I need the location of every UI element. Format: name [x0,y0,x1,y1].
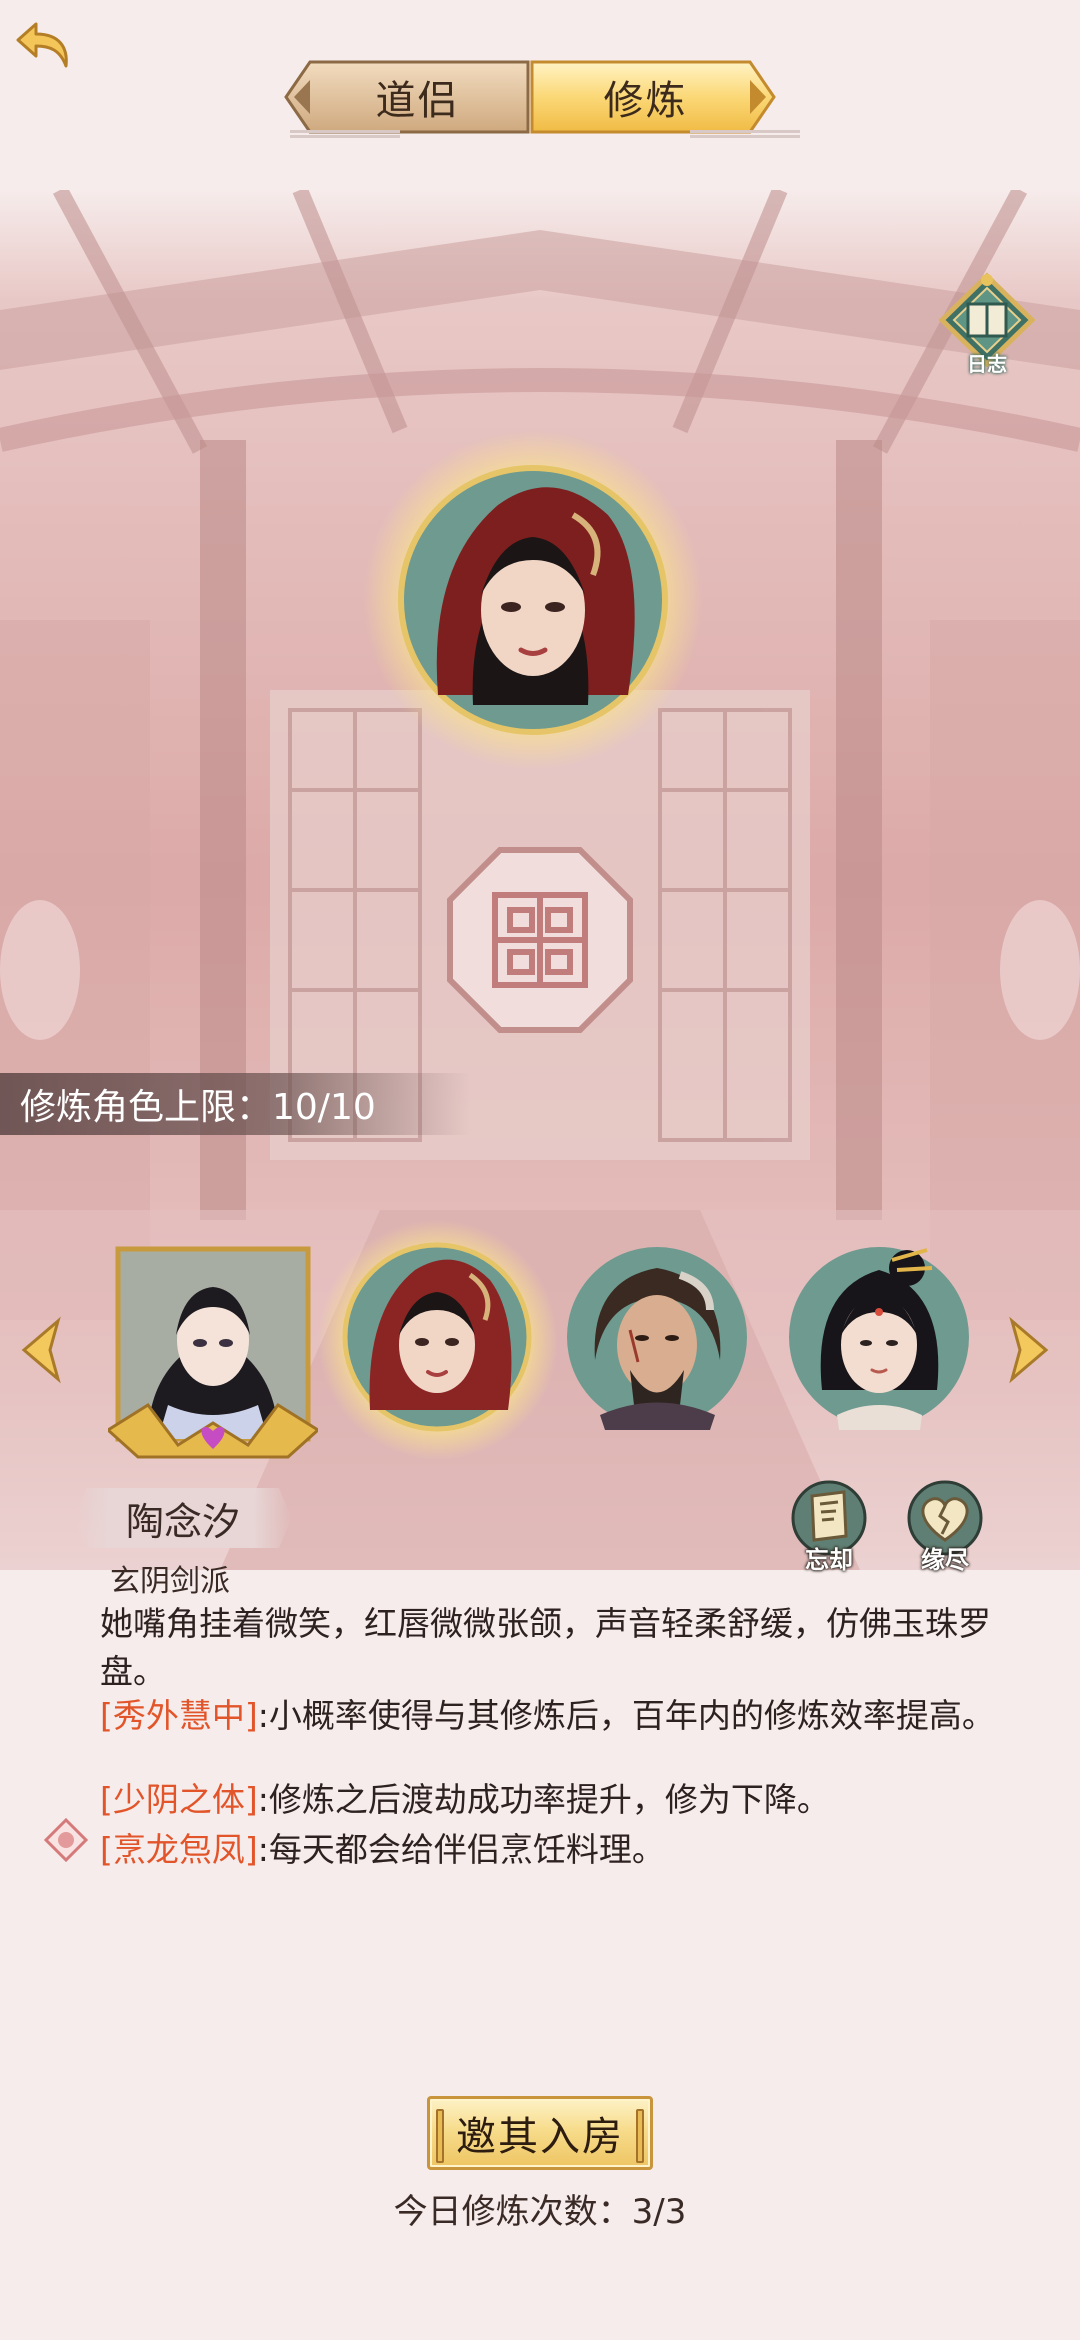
forget-button[interactable]: 忘却 [784,1478,874,1578]
daily-cultivation-count: 今日修炼次数：3/3 [393,2192,687,2232]
trait-name: [少阴之体] [100,1780,258,1819]
top-bar: 道侣 修炼 [0,0,1080,190]
trait-name: [秀外慧中] [100,1696,258,1735]
tab-underline-right [690,130,800,138]
button-ornament-right [636,2109,644,2163]
character-name-plate: 陶念汐 [74,1488,292,1548]
fate-end-label: 缘尽 [921,1546,969,1574]
invite-button-label: 邀其入房 [456,2114,624,2160]
forget-label: 忘却 [805,1546,853,1574]
invite-button[interactable]: 邀其入房 [427,2096,653,2170]
trait-name: [烹龙炰凤] [100,1830,258,1869]
trait-text: :每天都会给伴侣烹饪料理。 [257,1830,665,1869]
back-button[interactable] [10,14,82,76]
carousel-next-button[interactable] [1002,1315,1052,1385]
tab-underline-left [290,130,400,138]
carousel-prev-button[interactable] [18,1315,68,1385]
red-hood-portrait-small [342,1242,532,1432]
character-description: 她嘴角挂着微笑，红唇微微张颌，声音轻柔舒缓，仿佛玉珠罗盘。 [100,1604,991,1691]
trait-text: :修炼之后渡劫成功率提升，修为下降。 [257,1780,830,1819]
chevron-left-icon [21,1316,61,1384]
tab-bar: 道侣 修炼 [280,58,780,136]
chevron-right-icon [1009,1316,1049,1384]
fate-end-button[interactable]: 缘尽 [900,1478,990,1578]
tab-daolv[interactable]: 道侣 [300,58,535,136]
cultivation-limit-bar: 修炼角色上限：10/10 [0,1073,470,1135]
trait-item: [烹龙炰凤]:每天都会给伴侣烹饪料理。 [100,1826,1020,1874]
journal-button[interactable]: 日志 [932,270,1042,390]
scarred-warrior-portrait [567,1247,747,1430]
trait-text: :小概率使得与其修炼后，百年内的修炼效率提高。 [257,1696,995,1735]
journal-label: 日志 [967,352,1007,376]
gold-hairpin-portrait [789,1247,969,1430]
trait-item: [秀外慧中]:小概率使得与其修炼后，百年内的修炼效率提高。 [100,1692,1020,1740]
character-card-4[interactable] [782,1240,977,1435]
cultivation-limit-text: 修炼角色上限：10/10 [20,1087,376,1128]
red-hood-portrait [398,465,668,735]
back-arrow-icon [16,22,68,68]
character-card-1[interactable] [105,1245,321,1460]
trait-item: [少阴之体]:修炼之后渡劫成功率提升，修为下降。 [100,1776,1020,1824]
scene-area: 日志 修炼角色上限：10/10 [0,190,1080,1570]
character-card-3[interactable] [560,1240,755,1435]
tab-xiulian[interactable]: 修炼 [528,58,763,136]
character-name: 陶念汐 [125,1499,240,1544]
character-card-2-selected[interactable] [330,1230,545,1445]
cooking-badge-icon [44,1818,88,1862]
selected-character-portrait [378,445,688,755]
button-ornament-left [436,2109,444,2163]
character-sect: 玄阴剑派 [110,1564,230,1599]
ornate-frame-portrait [105,1246,321,1459]
